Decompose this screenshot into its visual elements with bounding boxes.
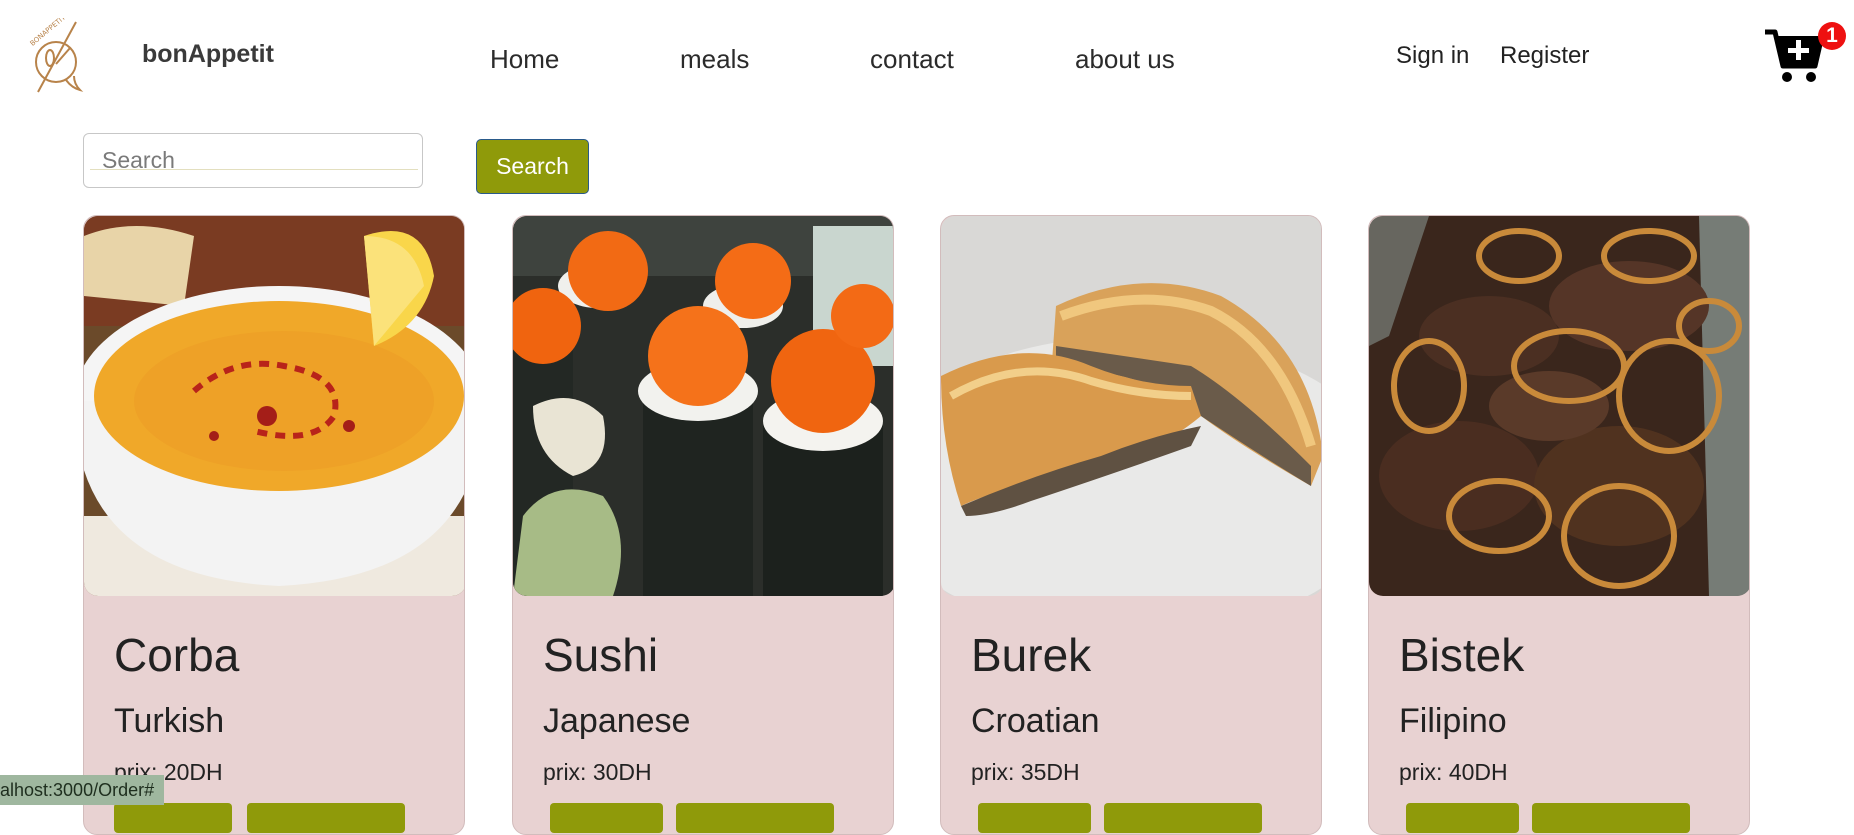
- cart-plus-icon[interactable]: [1763, 26, 1825, 84]
- meal-action-button[interactable]: [1406, 803, 1519, 833]
- meal-card: Burek Croatian prix: 35DH: [940, 215, 1322, 835]
- meal-title: Corba: [114, 629, 240, 681]
- add-to-cart-button[interactable]: [247, 803, 405, 833]
- nav-meals[interactable]: meals: [680, 44, 749, 75]
- meal-cuisine: Japanese: [543, 702, 691, 740]
- meal-image-bistek: [1369, 216, 1749, 596]
- add-to-cart-button[interactable]: [1104, 803, 1262, 833]
- brand-logo[interactable]: BONAPPETIT: [26, 18, 96, 96]
- add-to-cart-button[interactable]: [676, 803, 834, 833]
- nav-home[interactable]: Home: [490, 44, 559, 75]
- meal-action-button[interactable]: [978, 803, 1091, 833]
- meal-action-button[interactable]: [550, 803, 663, 833]
- meal-image-sushi: [513, 216, 893, 596]
- nav-about-us[interactable]: about us: [1075, 44, 1175, 75]
- register-link[interactable]: Register: [1500, 42, 1589, 70]
- meal-card: Corba Turkish prix: 20DH: [83, 215, 465, 835]
- meal-cuisine: Croatian: [971, 702, 1100, 740]
- sign-in-link[interactable]: Sign in: [1396, 42, 1469, 70]
- meal-cuisine: Turkish: [114, 702, 225, 740]
- meal-title: Bistek: [1399, 629, 1525, 681]
- meal-price: prix: 30DH: [543, 759, 652, 785]
- meal-price: prix: 35DH: [971, 759, 1080, 785]
- search-button[interactable]: Search: [476, 139, 589, 194]
- meal-title: Sushi: [543, 629, 659, 681]
- cart-count-badge: 1: [1818, 22, 1846, 50]
- meal-image-corba: [84, 216, 464, 596]
- search-input[interactable]: [83, 133, 423, 188]
- status-bar-url: alhost:3000/Order#: [0, 775, 165, 805]
- nav-contact[interactable]: contact: [870, 44, 954, 75]
- meal-image-burek: [941, 216, 1321, 596]
- add-to-cart-button[interactable]: [1532, 803, 1690, 833]
- meal-cuisine: Filipino: [1399, 702, 1507, 740]
- meal-title: Burek: [971, 629, 1092, 681]
- search-underline: [90, 169, 418, 170]
- meal-action-button[interactable]: [114, 803, 232, 833]
- meal-card: Sushi Japanese prix: 30DH: [512, 215, 894, 835]
- meal-card: Bistek Filipino prix: 40DH: [1368, 215, 1750, 835]
- brand-name[interactable]: bonAppetit: [142, 40, 274, 69]
- meal-price: prix: 40DH: [1399, 759, 1508, 785]
